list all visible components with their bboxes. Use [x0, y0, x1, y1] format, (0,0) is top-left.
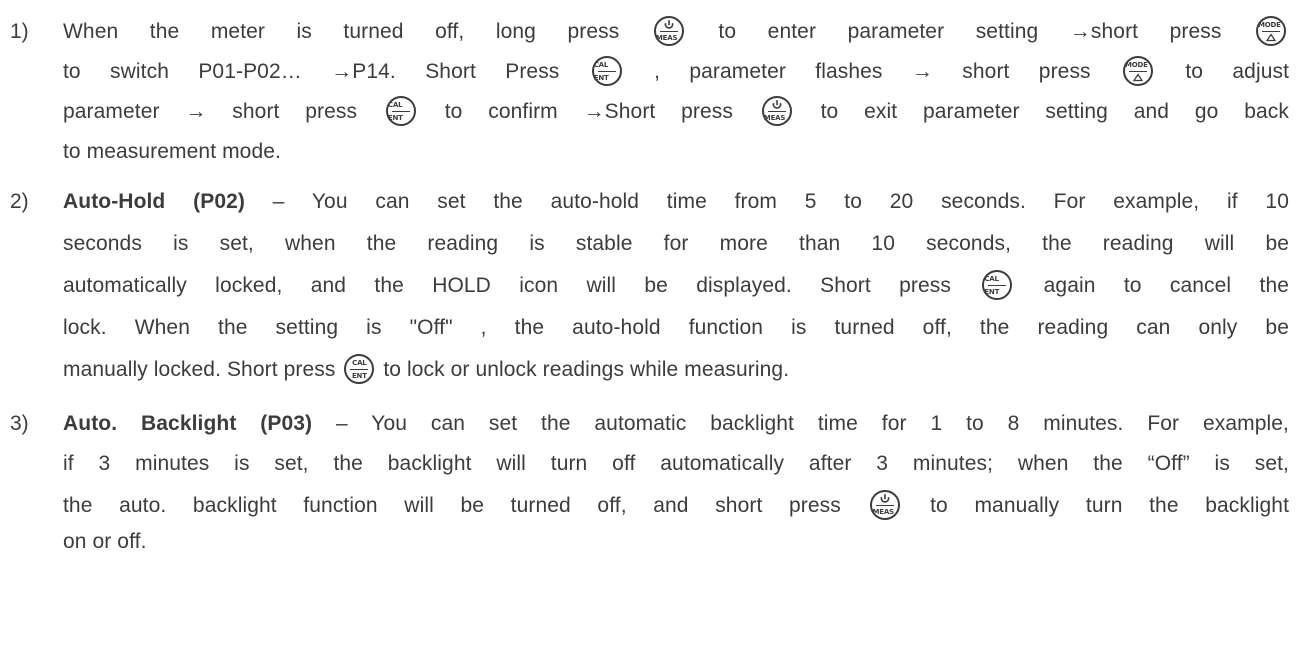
item-number: 3) — [10, 412, 29, 435]
power-icon — [772, 100, 782, 109]
divider — [597, 71, 616, 72]
cal-ent-button-icon: CAL ENT — [385, 96, 416, 126]
text-segment: to manually turn the backlight — [930, 494, 1289, 517]
item-2-line-5: manually locked. Short press CAL ENT to … — [63, 350, 789, 390]
item-1-line-3: parameter → short press CAL ENT to confi… — [63, 92, 1289, 132]
item-2-line-4: lock. When the setting is "Off" , the au… — [63, 308, 1289, 348]
meas-button-icon: MEAS — [870, 490, 901, 520]
meas-button-icon: MEAS — [653, 16, 684, 46]
power-icon — [664, 20, 674, 29]
divider — [988, 285, 1007, 286]
item-number: 1) — [10, 20, 29, 43]
button-label: MEAS — [763, 114, 786, 122]
text-segment: to measurement mode. — [63, 140, 281, 163]
item-2-line-3: automatically locked, and the HOLD icon … — [63, 266, 1289, 306]
item-3-line-1: Auto. Backlight (P03) – You can set the … — [63, 404, 1289, 444]
button-label: ENT — [984, 288, 1000, 296]
text-segment: to exit parameter setting and go back — [820, 100, 1289, 123]
button-label: CAL — [352, 359, 367, 367]
text-segment: to enter parameter setting →short press — [718, 20, 1222, 43]
mode-button-icon: MODE — [1256, 16, 1287, 46]
item-number: 2) — [10, 190, 29, 213]
text-segment: to lock or unlock readings while measuri… — [383, 358, 790, 381]
text-segment: if 3 minutes is set, the backlight will … — [63, 452, 1289, 475]
divider — [391, 111, 410, 112]
divider — [659, 31, 678, 32]
divider — [767, 111, 786, 112]
button-label: MEAS — [872, 508, 894, 516]
meas-button-icon: MEAS — [761, 96, 792, 126]
button-label: ENT — [387, 114, 403, 122]
item-1-line-4: to measurement mode. — [63, 132, 281, 172]
button-label: CAL — [593, 61, 609, 69]
text-segment: to confirm →Short press — [444, 100, 733, 123]
button-label: CAL — [984, 275, 999, 283]
text-segment: the auto. backlight function will be tur… — [63, 494, 841, 517]
cal-ent-button-icon: CAL ENT — [344, 354, 375, 384]
cal-ent-button-icon: CAL ENT — [982, 270, 1013, 300]
text-segment: – You can set the auto-hold time from 5 … — [244, 190, 1289, 213]
item-3-line-4: on or off. — [63, 522, 147, 562]
button-label: CAL — [387, 101, 403, 109]
text-segment: – You can set the automatic backlight ti… — [312, 412, 1289, 435]
divider — [876, 505, 895, 506]
text-segment: on or off. — [63, 530, 147, 553]
text-segment: manually locked. Short press — [63, 358, 336, 381]
item-3-line-2: if 3 minutes is set, the backlight will … — [63, 444, 1289, 484]
item-title: Auto-Hold (P02) — [63, 190, 245, 213]
divider — [350, 369, 369, 370]
text-segment: lock. When the setting is "Off" , the au… — [63, 316, 1289, 339]
triangle-up-icon — [1265, 33, 1277, 42]
item-1-line-2: to switch P01-P02… →P14. Short Press CAL… — [63, 52, 1289, 92]
button-label: ENT — [593, 74, 609, 82]
cal-ent-button-icon: CAL ENT — [591, 56, 622, 86]
text-segment: seconds is set, when the reading is stab… — [63, 232, 1289, 255]
item-3-line-3: the auto. backlight function will be tur… — [63, 486, 1289, 526]
text-segment: again to cancel the — [1043, 274, 1290, 297]
text-segment: When the meter is turned off, long press — [63, 20, 620, 43]
text-segment: automatically locked, and the HOLD icon … — [63, 274, 951, 297]
button-label: ENT — [351, 372, 367, 380]
power-icon — [881, 494, 890, 503]
triangle-up-icon — [1132, 73, 1144, 82]
item-2-line-1: Auto-Hold (P02) – You can set the auto-h… — [63, 182, 1289, 222]
text-segment: to switch P01-P02… →P14. Short Press — [63, 60, 560, 83]
mode-button-icon: MODE — [1123, 56, 1154, 86]
item-title: Auto. Backlight (P03) — [63, 412, 313, 435]
item-2-line-2: seconds is set, when the reading is stab… — [63, 224, 1289, 264]
text-segment: , parameter flashes → short press — [654, 60, 1091, 83]
text-segment: parameter → short press — [63, 100, 358, 123]
text-segment: to adjust — [1185, 60, 1290, 83]
button-label: MEAS — [655, 34, 678, 42]
manual-page: 1) When the meter is turned off, long pr… — [0, 0, 1299, 656]
item-1-line-1: When the meter is turned off, long press… — [63, 12, 1289, 52]
